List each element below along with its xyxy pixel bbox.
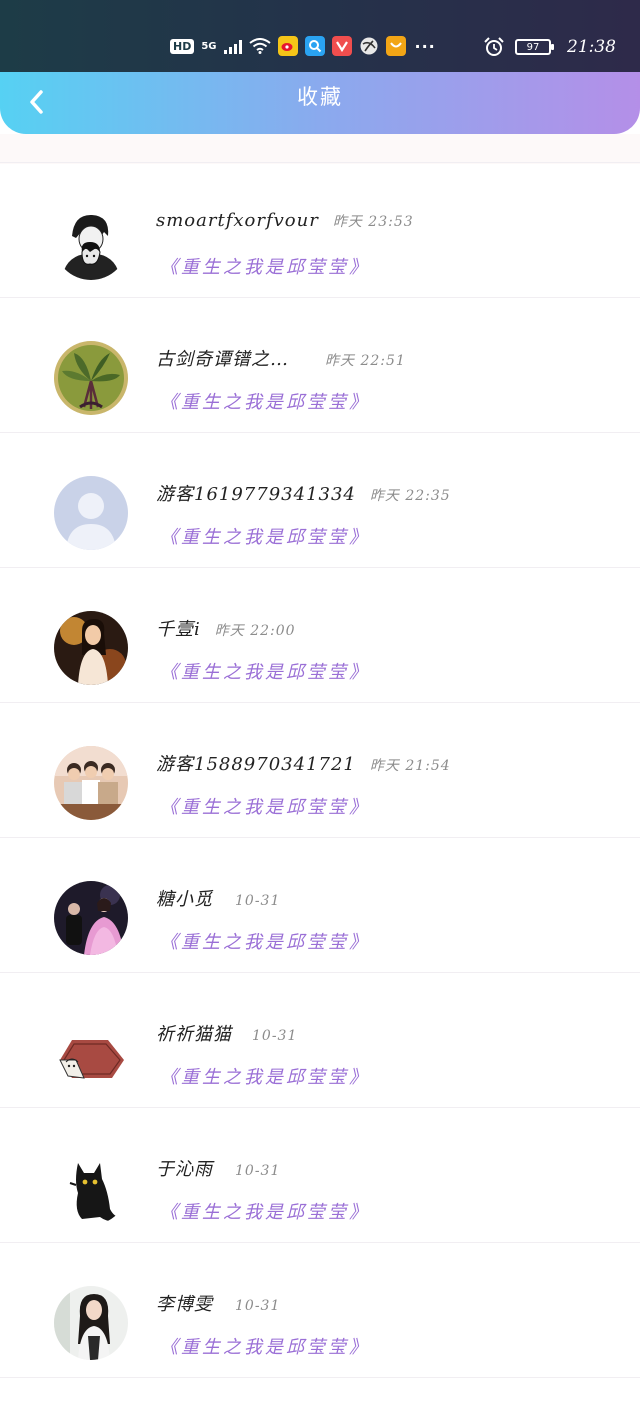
avatar[interactable] [54, 476, 128, 550]
network-type: 5G [201, 40, 217, 52]
list-item[interactable]: 于沁雨 10-31 《重生之我是邱莹莹》 [0, 1107, 640, 1243]
reader-app-icon [385, 36, 406, 56]
book-link[interactable]: 《重生之我是邱莹莹》 [160, 793, 370, 819]
timestamp: 10-31 [235, 893, 281, 909]
book-link[interactable]: 《重生之我是邱莹莹》 [160, 253, 370, 279]
battery-icon: 97 [515, 39, 554, 55]
avatar[interactable] [54, 1016, 128, 1090]
user-name: 于沁雨 [156, 1159, 213, 1180]
avatar[interactable] [54, 611, 128, 685]
signal-icon [223, 38, 242, 54]
user-name: 游客1619779341334 [156, 484, 356, 505]
item-header: 千壹i 昨天 22:00 [156, 615, 296, 641]
book-link[interactable]: 《重生之我是邱莹莹》 [160, 1333, 370, 1359]
list-item[interactable]: 千壹i 昨天 22:00 《重生之我是邱莹莹》 [0, 567, 640, 703]
item-header: 于沁雨 10-31 [156, 1155, 280, 1181]
user-name: 糖小觅 [156, 889, 213, 910]
status-time: 21:38 [567, 37, 616, 57]
list-item[interactable]: 糖小觅 10-31 《重生之我是邱莹莹》 [0, 837, 640, 973]
list-item[interactable]: 李博雯 10-31 《重生之我是邱莹莹》 [0, 1242, 640, 1378]
book-link[interactable]: 《重生之我是邱莹莹》 [160, 928, 370, 954]
wifi-icon [248, 38, 271, 54]
user-name: smoartfxorfvour [156, 210, 319, 231]
status-right: 97 21:38 [483, 36, 616, 58]
avatar[interactable] [54, 1286, 128, 1360]
title-bar: 收藏 [0, 72, 640, 134]
list-item[interactable]: 游客1619779341334 昨天 22:35 《重生之我是邱莹莹》 [0, 432, 640, 568]
book-link[interactable]: 《重生之我是邱莹莹》 [160, 658, 370, 684]
page-title: 收藏 [297, 85, 343, 109]
user-name: 游客1588970341721 [156, 754, 356, 775]
item-header: 游客1619779341334 昨天 22:35 [156, 480, 451, 506]
book-link[interactable]: 《重生之我是邱莹莹》 [160, 1198, 370, 1224]
user-name: 李博雯 [156, 1294, 213, 1315]
status-bar: HD 5G ··· 97 21:38 [0, 0, 640, 74]
header-shadow [0, 134, 640, 164]
timestamp: 10-31 [252, 1028, 298, 1044]
more-icon: ··· [414, 36, 436, 56]
timestamp: 昨天 22:35 [369, 488, 451, 504]
search-app-icon [304, 36, 325, 56]
status-icons: HD 5G ··· [170, 36, 436, 56]
avatar[interactable] [54, 206, 128, 280]
next-item-peek [0, 1377, 640, 1422]
list-item[interactable]: 祈祈猫猫 10-31 《重生之我是邱莹莹》 [0, 972, 640, 1108]
item-header: 游客1588970341721 昨天 21:54 [156, 750, 451, 776]
list-item[interactable]: smoartfxorfvour 昨天 23:53 《重生之我是邱莹莹》 [0, 162, 640, 298]
book-link[interactable]: 《重生之我是邱莹莹》 [160, 388, 370, 414]
book-link[interactable]: 《重生之我是邱莹莹》 [160, 523, 370, 549]
hd-badge: HD [170, 38, 195, 54]
item-header: smoartfxorfvour 昨天 23:53 [156, 210, 414, 231]
video-app-icon [331, 36, 352, 56]
user-name: 祈祈猫猫 [156, 1024, 232, 1045]
favorites-list: smoartfxorfvour 昨天 23:53 《重生之我是邱莹莹》 古剑奇谭… [0, 162, 640, 1378]
weibo-icon [277, 36, 298, 56]
avatar[interactable] [54, 341, 128, 415]
list-item[interactable]: 游客1588970341721 昨天 21:54 《重生之我是邱莹莹》 [0, 702, 640, 838]
timestamp: 10-31 [235, 1163, 281, 1179]
item-header: 祈祈猫猫 10-31 [156, 1020, 297, 1046]
timestamp: 10-31 [235, 1298, 281, 1314]
user-name: 古剑奇谭镨之… [156, 349, 289, 370]
avatar[interactable] [54, 1151, 128, 1225]
timestamp: 昨天 22:00 [214, 623, 296, 639]
avatar[interactable] [54, 746, 128, 820]
item-header: 古剑奇谭镨之… 昨天 22:51 [156, 345, 406, 371]
timestamp: 昨天 22:51 [325, 353, 406, 369]
user-name: 千壹i [156, 619, 201, 640]
timestamp: 昨天 21:54 [369, 758, 451, 774]
item-header: 糖小觅 10-31 [156, 885, 280, 911]
timestamp: 昨天 23:53 [332, 214, 414, 230]
item-header: 李博雯 10-31 [156, 1290, 280, 1316]
list-item[interactable]: 古剑奇谭镨之… 昨天 22:51 《重生之我是邱莹莹》 [0, 297, 640, 433]
browser-icon [359, 36, 379, 56]
avatar[interactable] [54, 881, 128, 955]
book-link[interactable]: 《重生之我是邱莹莹》 [160, 1063, 370, 1089]
alarm-icon [484, 37, 504, 56]
